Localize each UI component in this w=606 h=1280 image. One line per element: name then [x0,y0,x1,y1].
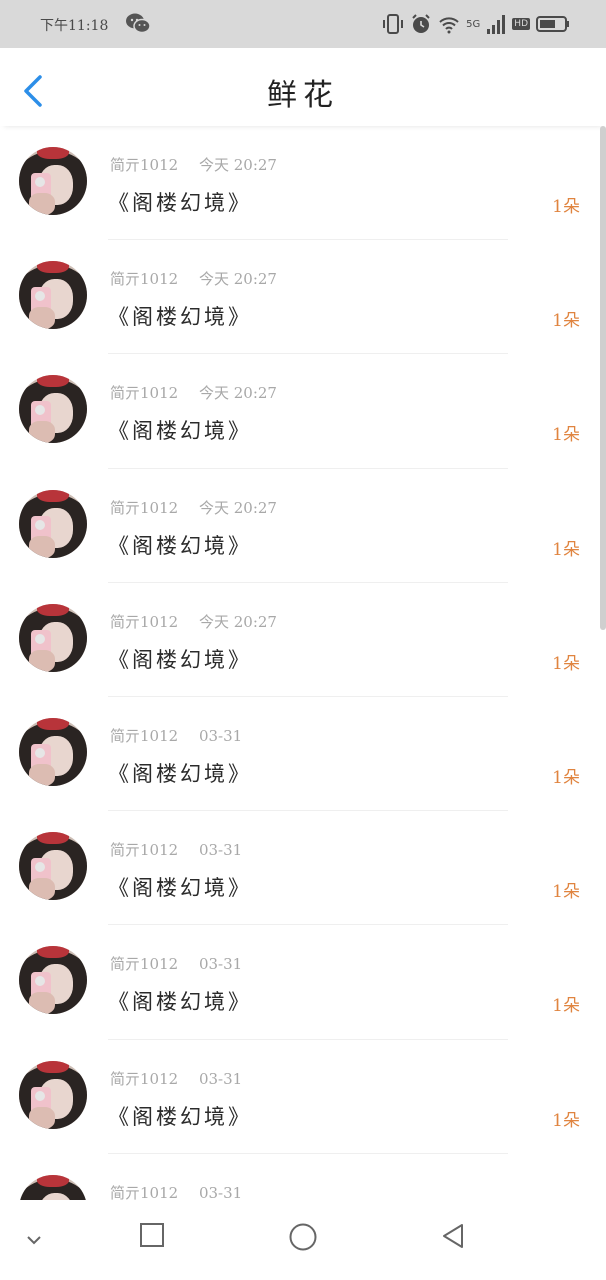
author-name[interactable]: 简亓1012 [110,955,178,973]
timestamp: 今天 20:27 [198,612,277,631]
item-meta: 简亓1012 今天 20:27 [110,154,277,175]
author-name[interactable]: 简亓1012 [110,156,178,174]
list-item[interactable]: 简亓1012 今天 20:27 《阁楼幻境》 1朵 [0,583,598,697]
author-name[interactable]: 简亓1012 [110,499,178,517]
avatar[interactable] [19,717,87,786]
flower-count: 1朵 [552,882,580,903]
flower-count: 1朵 [552,996,580,1017]
list-item[interactable]: 简亓1012 03-31 《阁楼幻境》 1朵 [0,1040,598,1154]
signal-icon [487,15,506,34]
list-item[interactable]: 简亓1012 03-31 [0,1154,598,1200]
list-item[interactable]: 简亓1012 今天 20:27 《阁楼幻境》 1朵 [0,126,598,241]
book-title[interactable]: 《阁楼幻境》 [108,644,252,674]
item-meta: 简亓1012 03-31 [110,1182,242,1200]
author-name[interactable]: 简亓1012 [110,841,178,859]
item-meta: 简亓1012 今天 20:27 [110,611,277,632]
avatar[interactable] [19,946,87,1015]
timestamp: 今天 20:27 [198,156,277,174]
square-icon[interactable] [139,1222,165,1248]
avatar[interactable] [19,147,87,215]
book-title[interactable]: 《阁楼幻境》 [108,415,252,445]
avatar[interactable] [19,1174,87,1200]
flower-count: 1朵 [552,653,580,674]
flower-count: 1朵 [552,539,580,560]
timestamp: 今天 20:27 [198,498,277,517]
flower-count: 1朵 [552,425,580,446]
navigation-bar [0,1200,606,1280]
status-bar: 下午11:18 5G HD [0,0,606,48]
status-time: 下午11:18 [40,18,109,34]
status-icons: 5G HD [382,11,570,37]
timestamp: 03-31 [198,955,243,974]
circle-icon[interactable] [288,1222,318,1252]
book-title[interactable]: 《阁楼幻境》 [108,986,252,1016]
author-name[interactable]: 简亓1012 [110,1070,178,1088]
battery-icon [536,16,569,32]
author-name[interactable]: 简亓1012 [110,613,178,631]
list-item[interactable]: 简亓1012 今天 20:27 《阁楼幻境》 1朵 [0,354,598,469]
page-title: 鲜花 [267,78,339,113]
timestamp: 03-31 [198,1069,243,1088]
scrollbar[interactable] [600,126,606,630]
timestamp: 03-31 [198,841,243,860]
book-title[interactable]: 《阁楼幻境》 [108,301,252,331]
flower-count: 1朵 [552,311,580,332]
item-meta: 简亓1012 03-31 [110,953,242,974]
author-name[interactable]: 简亓1012 [110,384,178,402]
timestamp: 今天 20:27 [198,384,277,403]
chevron-down-icon[interactable] [24,1230,44,1250]
avatar[interactable] [19,1060,87,1129]
book-title[interactable]: 《阁楼幻境》 [108,872,252,902]
wechat-icon [126,13,151,34]
item-meta: 简亓1012 今天 20:27 [110,382,277,403]
timestamp: 03-31 [198,726,243,745]
avatar[interactable] [19,489,87,558]
item-meta: 简亓1012 03-31 [110,1068,242,1089]
list-item[interactable]: 简亓1012 03-31 《阁楼幻境》 1朵 [0,697,598,812]
list-item[interactable]: 简亓1012 今天 20:27 《阁楼幻境》 1朵 [0,469,598,583]
avatar[interactable] [19,375,87,444]
hd-badge: HD [512,18,530,30]
item-meta: 简亓1012 03-31 [110,839,242,860]
page-header: 鲜花 [0,48,606,126]
author-name[interactable]: 简亓1012 [110,1184,178,1200]
book-title[interactable]: 《阁楼幻境》 [108,758,252,788]
flower-count: 1朵 [552,1110,580,1131]
item-meta: 简亓1012 今天 20:27 [110,497,277,518]
vibrate-icon [383,14,404,34]
list-item[interactable]: 简亓1012 今天 20:27 《阁楼幻境》 1朵 [0,240,598,355]
book-title[interactable]: 《阁楼幻境》 [108,1101,252,1131]
wifi-icon [439,17,459,34]
book-title[interactable]: 《阁楼幻境》 [108,530,252,560]
timestamp: 03-31 [198,1183,243,1200]
triangle-back-icon[interactable] [440,1222,466,1250]
book-title[interactable]: 《阁楼幻境》 [108,187,252,217]
timestamp: 今天 20:27 [198,270,277,289]
author-name[interactable]: 简亓1012 [110,270,178,288]
network-label: 5G [466,18,481,30]
avatar[interactable] [19,603,87,672]
item-meta: 简亓1012 今天 20:27 [110,268,277,289]
author-name[interactable]: 简亓1012 [110,727,178,745]
avatar[interactable] [19,832,87,901]
alarm-icon [412,14,430,33]
list-item[interactable]: 简亓1012 03-31 《阁楼幻境》 1朵 [0,811,598,926]
flower-count: 1朵 [552,197,580,217]
item-meta: 简亓1012 03-31 [110,725,242,746]
list-item[interactable]: 简亓1012 03-31 《阁楼幻境》 1朵 [0,925,598,1040]
flower-list[interactable]: 简亓1012 今天 20:27 《阁楼幻境》 1朵 简亓1012 今天 20:2… [0,126,606,1200]
flower-count: 1朵 [552,767,580,788]
avatar[interactable] [19,261,87,330]
